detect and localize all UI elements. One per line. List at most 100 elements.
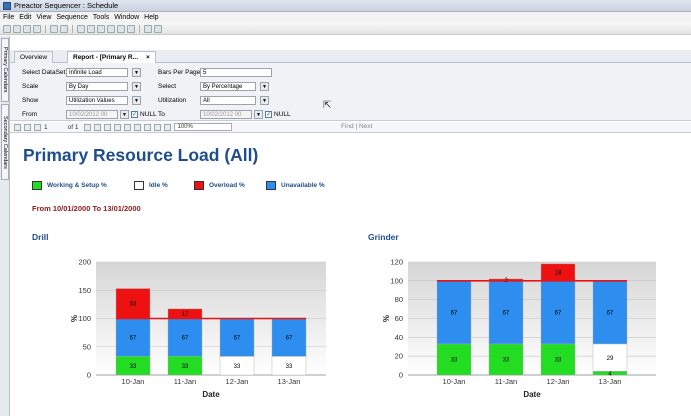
y-tick-label: 150 xyxy=(78,286,91,295)
menu-view[interactable]: View xyxy=(36,14,51,21)
gantt-icon[interactable] xyxy=(77,24,85,33)
list-icon[interactable] xyxy=(107,24,115,33)
legend-item-unavailable: Unavailable % xyxy=(266,181,325,190)
next-link[interactable]: Next xyxy=(359,123,372,130)
bars-per-page-input[interactable]: 5 xyxy=(200,68,272,77)
show-select[interactable]: Utilization Values xyxy=(66,96,128,105)
menu-file[interactable]: File xyxy=(3,14,14,21)
tab-report-label: Report - [Primary R... xyxy=(73,54,139,61)
toggle-sidebar-icon[interactable] xyxy=(14,123,21,131)
menu-edit[interactable]: Edit xyxy=(19,14,31,21)
check-icon[interactable] xyxy=(33,24,41,33)
toolbar-separator xyxy=(72,24,73,33)
y-tick-label: 60 xyxy=(395,314,403,323)
legend-label: Overload % xyxy=(209,182,245,189)
chevron-down-icon[interactable]: ▼ xyxy=(132,96,141,105)
legend-swatch xyxy=(266,181,276,190)
close-tab-icon[interactable]: × xyxy=(146,54,150,61)
y-tick-label: 40 xyxy=(395,333,403,342)
y-tick-label: 50 xyxy=(83,342,91,351)
x-tick-label: 10-Jan xyxy=(122,377,145,386)
show-label: Show xyxy=(22,97,39,104)
legend-label: Working & Setup % xyxy=(47,182,107,189)
toolbar-separator xyxy=(45,24,46,33)
to-date-input[interactable]: 10/02/2012 00 xyxy=(200,110,252,119)
current-page[interactable]: 1 xyxy=(44,124,48,131)
chart-icon[interactable] xyxy=(117,24,125,33)
menu-tools[interactable]: Tools xyxy=(93,14,109,21)
open-icon[interactable] xyxy=(3,24,11,33)
zoom-select[interactable]: 100% xyxy=(174,123,233,131)
data-label: 33 xyxy=(555,358,562,364)
scale-select[interactable]: By Day xyxy=(66,82,128,91)
export-icon[interactable] xyxy=(164,123,172,131)
y-tick-label: 0 xyxy=(399,371,403,380)
first-page-icon[interactable] xyxy=(24,123,31,131)
data-label: 33 xyxy=(286,364,293,370)
menu-window[interactable]: Window xyxy=(114,14,139,21)
legend-label: Unavailable % xyxy=(281,182,325,189)
data-label: 67 xyxy=(234,336,241,342)
menu-help[interactable]: Help xyxy=(144,14,158,21)
x-tick-label: 13-Jan xyxy=(599,377,622,386)
back-icon[interactable] xyxy=(104,123,112,131)
data-label: 67 xyxy=(451,311,458,317)
legend-item-working: Working & Setup % xyxy=(32,181,107,190)
x-tick-label: 11-Jan xyxy=(174,377,196,386)
find-link[interactable]: Find xyxy=(341,123,354,130)
last-page-icon[interactable] xyxy=(94,123,102,131)
tab-overview-label: Overview xyxy=(20,54,48,61)
y-tick-label: 200 xyxy=(78,258,91,267)
grid-icon[interactable] xyxy=(97,24,105,33)
stop-icon[interactable] xyxy=(114,123,122,131)
from-date-input[interactable]: 10/02/2012 00 xyxy=(66,110,118,119)
legend-swatch xyxy=(194,181,204,190)
legend-swatch xyxy=(134,181,144,190)
data-label: 67 xyxy=(607,311,614,317)
tab-report[interactable]: Report - [Primary R... × xyxy=(67,51,156,63)
side-tab-primary-calendars[interactable]: Primary Calendars xyxy=(1,38,9,102)
chevron-down-icon[interactable]: ▼ xyxy=(132,68,141,77)
undo-icon[interactable] xyxy=(50,24,58,33)
binoculars-icon[interactable] xyxy=(144,24,152,33)
chevron-down-icon[interactable]: ▼ xyxy=(260,96,269,105)
settings-icon[interactable] xyxy=(154,24,162,33)
data-label: 33 xyxy=(234,364,241,370)
to-null-checkbox[interactable]: ✓ xyxy=(265,111,272,118)
prev-page-icon[interactable] xyxy=(34,123,41,131)
tab-overview[interactable]: Overview xyxy=(14,51,54,63)
chevron-down-icon[interactable]: ▼ xyxy=(254,110,263,119)
app-icon xyxy=(3,1,11,10)
refresh-icon[interactable] xyxy=(124,123,132,131)
chevron-down-icon[interactable]: ▼ xyxy=(260,82,269,91)
main-toolbar xyxy=(0,23,691,35)
y-tick-label: 0 xyxy=(87,371,91,380)
dataset-select[interactable]: Infinite Load xyxy=(66,68,128,77)
print-icon[interactable] xyxy=(134,123,142,131)
save-icon[interactable] xyxy=(13,24,21,33)
menu-sequence[interactable]: Sequence xyxy=(56,14,88,21)
redo-icon[interactable] xyxy=(60,24,68,33)
table-icon[interactable] xyxy=(87,24,95,33)
data-label: 67 xyxy=(182,336,189,342)
side-tab-secondary-calendars[interactable]: Secondary Calendars xyxy=(1,104,9,180)
next-page-icon[interactable] xyxy=(84,123,92,131)
x-tick-label: 13-Jan xyxy=(278,377,301,386)
chevron-down-icon[interactable]: ▼ xyxy=(132,82,141,91)
report-nav-bar: 1 of 1 100% Find | Next xyxy=(10,122,691,133)
page-layout-icon[interactable] xyxy=(144,123,152,131)
print-icon[interactable] xyxy=(23,24,31,33)
data-label: 53 xyxy=(130,302,137,308)
data-label: 67 xyxy=(286,336,293,342)
from-label: From xyxy=(22,111,38,118)
data-label: 33 xyxy=(451,358,458,364)
page-setup-icon[interactable] xyxy=(154,123,162,131)
report-parameters-panel: Select DataSet Infinite Load ▼ Scale By … xyxy=(10,63,691,121)
select-mode-select[interactable]: By Percentage xyxy=(200,82,256,91)
utilization-select[interactable]: All xyxy=(200,96,256,105)
from-null-checkbox[interactable]: ✓ xyxy=(131,111,138,118)
report-icon[interactable] xyxy=(127,24,135,33)
drill-chart: 0 50 100 150 200 33 67 53 10-Jan 33 67 17 11-Jan 33 67… xyxy=(70,258,326,399)
find-separator: | xyxy=(355,123,358,130)
chevron-down-icon[interactable]: ▼ xyxy=(120,110,129,119)
